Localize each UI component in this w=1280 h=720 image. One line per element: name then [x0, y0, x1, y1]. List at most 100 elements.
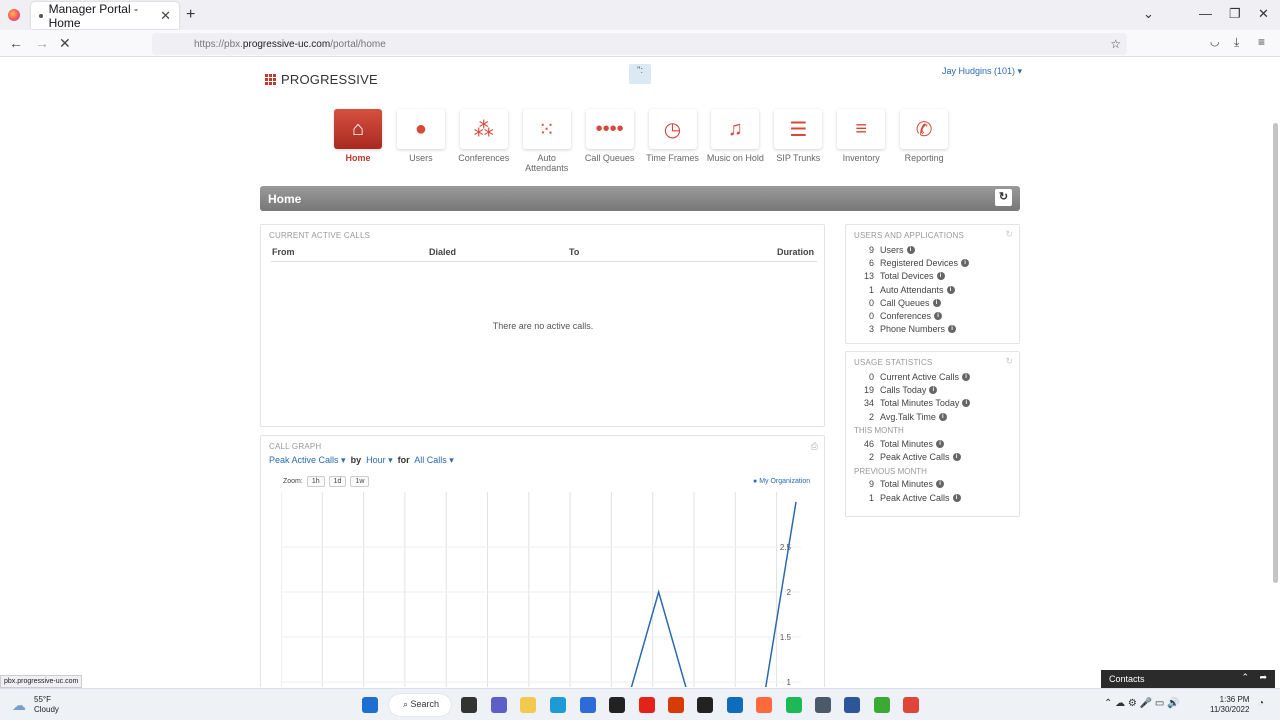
- info-icon[interactable]: i: [952, 453, 961, 462]
- nav-conferences[interactable]: ⁂ Conferences: [454, 109, 514, 163]
- stat-value: 9: [868, 244, 874, 255]
- metric-dropdown[interactable]: Peak Active Calls ▾: [269, 455, 346, 465]
- info-icon[interactable]: i: [938, 412, 947, 421]
- stat-row[interactable]: 0 Call Queues i: [854, 296, 1011, 309]
- tray-icons[interactable]: ⌃ ☁ ⚙ 🎤 ▭ 🔊: [1104, 698, 1180, 709]
- nav-call-queues[interactable]: •••• Call Queues: [580, 109, 640, 163]
- stop-icon[interactable]: ✕: [59, 35, 71, 52]
- contacts-bar[interactable]: Contacts ⌃ ➦: [1101, 670, 1275, 688]
- info-icon[interactable]: i: [952, 493, 961, 502]
- menu-icon[interactable]: ≡: [1258, 35, 1265, 49]
- stat-row[interactable]: 3 Phone Numbers i: [854, 323, 1011, 336]
- stat-row[interactable]: 0 Conferences i: [854, 309, 1011, 322]
- refresh-icon[interactable]: ↻: [995, 189, 1012, 206]
- nav-reporting[interactable]: ✆ Reporting: [894, 109, 954, 163]
- firefox-taskbar-icon[interactable]: [756, 697, 772, 713]
- info-icon[interactable]: i: [936, 272, 945, 281]
- popout-icon[interactable]: ➦: [1259, 672, 1267, 683]
- store-icon[interactable]: [580, 697, 596, 713]
- info-icon[interactable]: i: [929, 385, 938, 394]
- expand-icon[interactable]: ⌃: [1241, 672, 1249, 683]
- live-icon[interactable]: [697, 697, 713, 713]
- stat-row[interactable]: 46 Total Minutes i: [854, 437, 1011, 450]
- youtube-icon[interactable]: [639, 697, 655, 713]
- stat-row[interactable]: 19 Calls Today i: [854, 383, 1011, 396]
- outlook-icon[interactable]: [727, 697, 743, 713]
- info-icon[interactable]: i: [948, 325, 957, 334]
- info-icon[interactable]: i: [946, 285, 955, 294]
- user-menu[interactable]: Jay Hudgins (101) ▾: [942, 66, 1022, 77]
- panel-refresh-icon[interactable]: ↻: [1005, 229, 1013, 240]
- nav-users[interactable]: ● Users: [391, 109, 451, 163]
- stat-row[interactable]: 0 Current Active Calls i: [854, 370, 1011, 383]
- tab-list-icon[interactable]: ⌄: [1143, 6, 1154, 22]
- stat-row[interactable]: 9 Users i: [854, 243, 1011, 256]
- back-icon[interactable]: ←: [9, 35, 23, 51]
- stat-label: Registered Devices: [880, 257, 959, 268]
- start-icon[interactable]: [362, 697, 378, 713]
- downloads-icon[interactable]: ⤓: [1234, 35, 1239, 50]
- stat-row[interactable]: 9 Total Minutes i: [854, 478, 1011, 491]
- info-icon[interactable]: i: [961, 258, 970, 267]
- info-icon[interactable]: i: [936, 480, 945, 489]
- progressive-logo[interactable]: PROGRESSIVE: [265, 72, 378, 87]
- nav-inventory[interactable]: ≡ Inventory: [831, 109, 891, 163]
- stat-row[interactable]: 34 Total Minutes Today i: [854, 397, 1011, 410]
- chart-legend[interactable]: ● My Organization: [753, 478, 810, 485]
- url-bar[interactable]: https://pbx. progressive-uc.com/portal/ho…: [152, 33, 1127, 55]
- pocket-icon[interactable]: ◡: [1210, 35, 1220, 48]
- info-icon[interactable]: i: [934, 312, 943, 321]
- spotify-icon[interactable]: [786, 697, 802, 713]
- zoom-1d-button[interactable]: 1d: [328, 476, 347, 487]
- weather-widget[interactable]: 55°F Cloudy: [34, 695, 59, 715]
- zoom-1h-button[interactable]: 1h: [306, 476, 325, 487]
- stat-row[interactable]: 6 Registered Devices i: [854, 256, 1011, 269]
- minimize-icon[interactable]: —: [1199, 6, 1212, 21]
- stat-row[interactable]: 2 Avg.Talk Time i: [854, 410, 1011, 423]
- chat-icon[interactable]: [491, 697, 507, 713]
- nav-music-on-hold[interactable]: ♫ Music on Hold: [705, 109, 765, 163]
- edge-icon[interactable]: [550, 697, 566, 713]
- print-icon[interactable]: ⎙: [811, 441, 818, 452]
- stat-row[interactable]: 13 Total Devices i: [854, 270, 1011, 283]
- close-window-icon[interactable]: ✕: [1258, 6, 1269, 22]
- nav-sip-trunks[interactable]: ☰ SIP Trunks: [768, 109, 828, 163]
- bookmark-star-icon[interactable]: ☆: [1110, 37, 1121, 51]
- new-tab-icon[interactable]: +: [186, 6, 195, 24]
- stat-row[interactable]: 1 Auto Attendants i: [854, 283, 1011, 296]
- nav-label: Call Queues: [584, 153, 635, 163]
- info-icon[interactable]: i: [932, 298, 941, 307]
- task-view-icon[interactable]: [461, 697, 477, 713]
- clock[interactable]: 1:36 PM 11/30/2022: [1210, 695, 1249, 715]
- info-icon[interactable]: i: [906, 245, 915, 254]
- app-icon[interactable]: [874, 697, 890, 713]
- nav-auto-attendants[interactable]: ⁙ Auto Attendants: [517, 109, 577, 173]
- interval-dropdown[interactable]: Hour ▾: [366, 455, 393, 465]
- page-scrollbar[interactable]: [1273, 123, 1278, 583]
- zoom-1w-button[interactable]: 1w: [350, 476, 370, 487]
- nav-home[interactable]: ⌂ Home: [328, 109, 388, 163]
- users-apps-panel: USERS AND APPLICATIONS ↻ 9 Users i 6 Registe…: [845, 224, 1020, 344]
- info-icon[interactable]: i: [962, 372, 971, 381]
- browser-tab[interactable]: Manager Portal - Home ✕: [31, 2, 179, 30]
- app2-icon[interactable]: [903, 697, 919, 713]
- browser-toolbar: ← → ✕ https://pbx. progressive-uc.com/por…: [0, 30, 1280, 57]
- filter-dropdown[interactable]: All Calls ▾: [414, 455, 454, 465]
- office-icon[interactable]: [668, 697, 684, 713]
- restore-icon[interactable]: ❐: [1229, 6, 1241, 22]
- file-explorer-icon[interactable]: [520, 697, 536, 713]
- firefox-icon[interactable]: [8, 9, 20, 21]
- dell-icon[interactable]: [609, 697, 625, 713]
- nav-time-frames[interactable]: ◷ Time Frames: [643, 109, 703, 163]
- info-icon[interactable]: i: [962, 399, 971, 408]
- notification-icon[interactable]: ◔: [1258, 698, 1264, 709]
- info-icon[interactable]: i: [936, 439, 945, 448]
- taskbar-search[interactable]: ⌕ Search: [389, 694, 451, 716]
- stat-row[interactable]: 1 Peak Active Calls i: [854, 491, 1011, 504]
- word-icon[interactable]: [844, 697, 860, 713]
- stat-row[interactable]: 2 Peak Active Calls i: [854, 450, 1011, 463]
- forward-icon[interactable]: →: [35, 35, 49, 51]
- notepad-icon[interactable]: [815, 697, 831, 713]
- close-tab-icon[interactable]: ✕: [160, 8, 171, 24]
- panel-refresh-icon[interactable]: ↻: [1005, 356, 1013, 367]
